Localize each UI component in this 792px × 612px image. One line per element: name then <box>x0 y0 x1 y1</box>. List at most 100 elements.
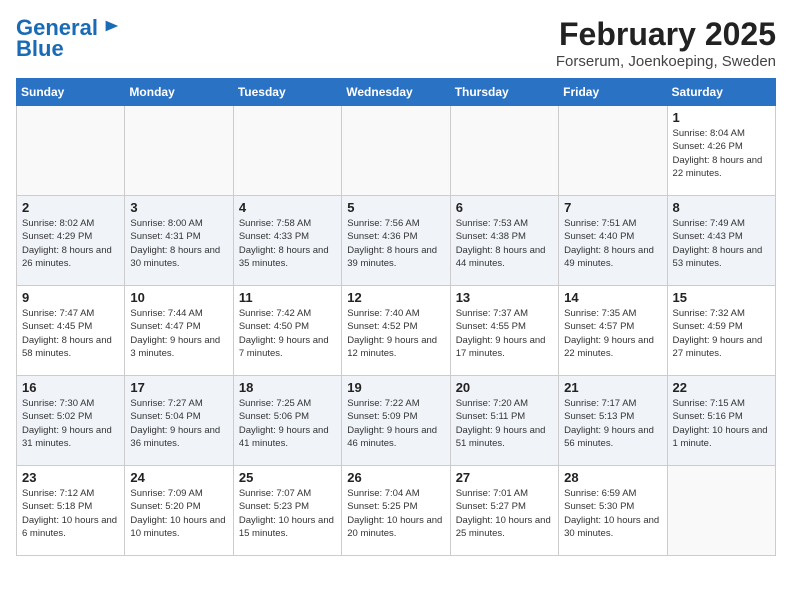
weekday-header-sunday: Sunday <box>17 79 125 106</box>
day-number: 6 <box>456 200 553 215</box>
calendar-cell: 2Sunrise: 8:02 AM Sunset: 4:29 PM Daylig… <box>17 196 125 286</box>
calendar-cell: 10 Sunrise: 7:44 AM Sunset: 4:47 PM Dayli… <box>125 286 233 376</box>
day-number: 25 <box>239 470 336 485</box>
calendar-week-3: 9 Sunrise: 7:47 AM Sunset: 4:45 PM Daylig… <box>17 286 776 376</box>
calendar-week-1: 1Sunrise: 8:04 AM Sunset: 4:26 PM Daylig… <box>17 106 776 196</box>
weekday-header-saturday: Saturday <box>667 79 775 106</box>
day-info: Sunrise: 7:58 AM Sunset: 4:33 PM Dayligh… <box>239 217 336 270</box>
logo-arrow-icon <box>102 17 120 35</box>
calendar-cell: 9 Sunrise: 7:47 AM Sunset: 4:45 PM Daylig… <box>17 286 125 376</box>
calendar-cell <box>125 106 233 196</box>
day-info: Sunrise: 7:42 AM Sunset: 4:50 PM Dayligh… <box>239 307 336 360</box>
calendar-cell: 13 Sunrise: 7:37 AM Sunset: 4:55 PM Dayli… <box>450 286 558 376</box>
calendar-cell: 27 Sunrise: 7:01 AM Sunset: 5:27 PM Dayli… <box>450 466 558 556</box>
weekday-header-monday: Monday <box>125 79 233 106</box>
calendar-cell: 16Sunrise: 7:30 AM Sunset: 5:02 PM Dayli… <box>17 376 125 466</box>
day-number: 9 <box>22 290 119 305</box>
day-number: 17 <box>130 380 227 395</box>
day-info: Sunrise: 7:15 AM Sunset: 5:16 PM Dayligh… <box>673 397 770 450</box>
day-info: Sunrise: 7:17 AM Sunset: 5:13 PM Dayligh… <box>564 397 661 450</box>
calendar-cell <box>559 106 667 196</box>
day-number: 13 <box>456 290 553 305</box>
day-number: 23 <box>22 470 119 485</box>
day-info: Sunrise: 7:20 AM Sunset: 5:11 PM Dayligh… <box>456 397 553 450</box>
day-number: 15 <box>673 290 770 305</box>
calendar-cell: 28 Sunrise: 6:59 AM Sunset: 5:30 PM Dayli… <box>559 466 667 556</box>
day-info: Sunrise: 7:01 AM Sunset: 5:27 PM Dayligh… <box>456 487 553 540</box>
day-number: 27 <box>456 470 553 485</box>
day-info: Sunrise: 7:40 AM Sunset: 4:52 PM Dayligh… <box>347 307 444 360</box>
day-number: 4 <box>239 200 336 215</box>
calendar-cell: 22 Sunrise: 7:15 AM Sunset: 5:16 PM Dayli… <box>667 376 775 466</box>
day-info: Sunrise: 8:02 AM Sunset: 4:29 PM Dayligh… <box>22 217 119 270</box>
calendar-week-4: 16Sunrise: 7:30 AM Sunset: 5:02 PM Dayli… <box>17 376 776 466</box>
day-number: 11 <box>239 290 336 305</box>
day-number: 22 <box>673 380 770 395</box>
day-info: Sunrise: 7:04 AM Sunset: 5:25 PM Dayligh… <box>347 487 444 540</box>
logo-blue-text: Blue <box>16 36 64 62</box>
calendar-cell: 7Sunrise: 7:51 AM Sunset: 4:40 PM Daylig… <box>559 196 667 286</box>
day-info: Sunrise: 7:47 AM Sunset: 4:45 PM Dayligh… <box>22 307 119 360</box>
day-info: Sunrise: 7:22 AM Sunset: 5:09 PM Dayligh… <box>347 397 444 450</box>
day-info: Sunrise: 8:00 AM Sunset: 4:31 PM Dayligh… <box>130 217 227 270</box>
day-info: Sunrise: 7:27 AM Sunset: 5:04 PM Dayligh… <box>130 397 227 450</box>
calendar-cell: 12 Sunrise: 7:40 AM Sunset: 4:52 PM Dayli… <box>342 286 450 376</box>
calendar-cell: 19 Sunrise: 7:22 AM Sunset: 5:09 PM Dayli… <box>342 376 450 466</box>
calendar-cell <box>17 106 125 196</box>
calendar-cell: 23 Sunrise: 7:12 AM Sunset: 5:18 PM Dayli… <box>17 466 125 556</box>
day-number: 28 <box>564 470 661 485</box>
day-info: Sunrise: 7:30 AM Sunset: 5:02 PM Dayligh… <box>22 397 119 450</box>
calendar-cell: 14 Sunrise: 7:35 AM Sunset: 4:57 PM Dayli… <box>559 286 667 376</box>
calendar-cell: 5 Sunrise: 7:56 AM Sunset: 4:36 PM Daylig… <box>342 196 450 286</box>
day-number: 24 <box>130 470 227 485</box>
day-number: 21 <box>564 380 661 395</box>
calendar-cell: 25 Sunrise: 7:07 AM Sunset: 5:23 PM Dayli… <box>233 466 341 556</box>
day-number: 3 <box>130 200 227 215</box>
day-info: Sunrise: 7:56 AM Sunset: 4:36 PM Dayligh… <box>347 217 444 270</box>
weekday-header-friday: Friday <box>559 79 667 106</box>
day-number: 5 <box>347 200 444 215</box>
day-number: 10 <box>130 290 227 305</box>
day-info: Sunrise: 7:07 AM Sunset: 5:23 PM Dayligh… <box>239 487 336 540</box>
calendar-cell <box>667 466 775 556</box>
day-info: Sunrise: 7:49 AM Sunset: 4:43 PM Dayligh… <box>673 217 770 270</box>
day-info: Sunrise: 7:35 AM Sunset: 4:57 PM Dayligh… <box>564 307 661 360</box>
calendar-cell: 6Sunrise: 7:53 AM Sunset: 4:38 PM Daylig… <box>450 196 558 286</box>
calendar-cell: 11 Sunrise: 7:42 AM Sunset: 4:50 PM Dayli… <box>233 286 341 376</box>
calendar-header-row: SundayMondayTuesdayWednesdayThursdayFrid… <box>17 79 776 106</box>
day-number: 18 <box>239 380 336 395</box>
calendar-week-2: 2Sunrise: 8:02 AM Sunset: 4:29 PM Daylig… <box>17 196 776 286</box>
calendar-cell <box>450 106 558 196</box>
day-number: 1 <box>673 110 770 125</box>
calendar-cell: 17 Sunrise: 7:27 AM Sunset: 5:04 PM Dayli… <box>125 376 233 466</box>
calendar-cell: 20 Sunrise: 7:20 AM Sunset: 5:11 PM Dayli… <box>450 376 558 466</box>
month-title: February 2025 <box>556 16 776 53</box>
day-number: 12 <box>347 290 444 305</box>
calendar-cell: 24 Sunrise: 7:09 AM Sunset: 5:20 PM Dayli… <box>125 466 233 556</box>
calendar-cell <box>233 106 341 196</box>
weekday-header-wednesday: Wednesday <box>342 79 450 106</box>
location-title: Forserum, Joenkoeping, Sweden <box>556 53 776 70</box>
day-info: Sunrise: 7:12 AM Sunset: 5:18 PM Dayligh… <box>22 487 119 540</box>
calendar-cell: 15Sunrise: 7:32 AM Sunset: 4:59 PM Dayli… <box>667 286 775 376</box>
page-header: General Blue February 2025 Forserum, Joe… <box>16 16 776 70</box>
day-number: 8 <box>673 200 770 215</box>
day-number: 19 <box>347 380 444 395</box>
title-area: February 2025 Forserum, Joenkoeping, Swe… <box>556 16 776 70</box>
day-info: Sunrise: 7:37 AM Sunset: 4:55 PM Dayligh… <box>456 307 553 360</box>
day-info: Sunrise: 7:09 AM Sunset: 5:20 PM Dayligh… <box>130 487 227 540</box>
weekday-header-thursday: Thursday <box>450 79 558 106</box>
calendar-cell: 21 Sunrise: 7:17 AM Sunset: 5:13 PM Dayli… <box>559 376 667 466</box>
day-number: 14 <box>564 290 661 305</box>
day-number: 20 <box>456 380 553 395</box>
calendar-cell: 18 Sunrise: 7:25 AM Sunset: 5:06 PM Dayli… <box>233 376 341 466</box>
day-info: Sunrise: 7:44 AM Sunset: 4:47 PM Dayligh… <box>130 307 227 360</box>
day-info: Sunrise: 7:25 AM Sunset: 5:06 PM Dayligh… <box>239 397 336 450</box>
calendar-week-5: 23 Sunrise: 7:12 AM Sunset: 5:18 PM Dayli… <box>17 466 776 556</box>
weekday-header-tuesday: Tuesday <box>233 79 341 106</box>
day-info: Sunrise: 7:51 AM Sunset: 4:40 PM Dayligh… <box>564 217 661 270</box>
day-info: Sunrise: 6:59 AM Sunset: 5:30 PM Dayligh… <box>564 487 661 540</box>
calendar-table: SundayMondayTuesdayWednesdayThursdayFrid… <box>16 78 776 556</box>
calendar-cell: 1Sunrise: 8:04 AM Sunset: 4:26 PM Daylig… <box>667 106 775 196</box>
calendar-cell: 4 Sunrise: 7:58 AM Sunset: 4:33 PM Daylig… <box>233 196 341 286</box>
